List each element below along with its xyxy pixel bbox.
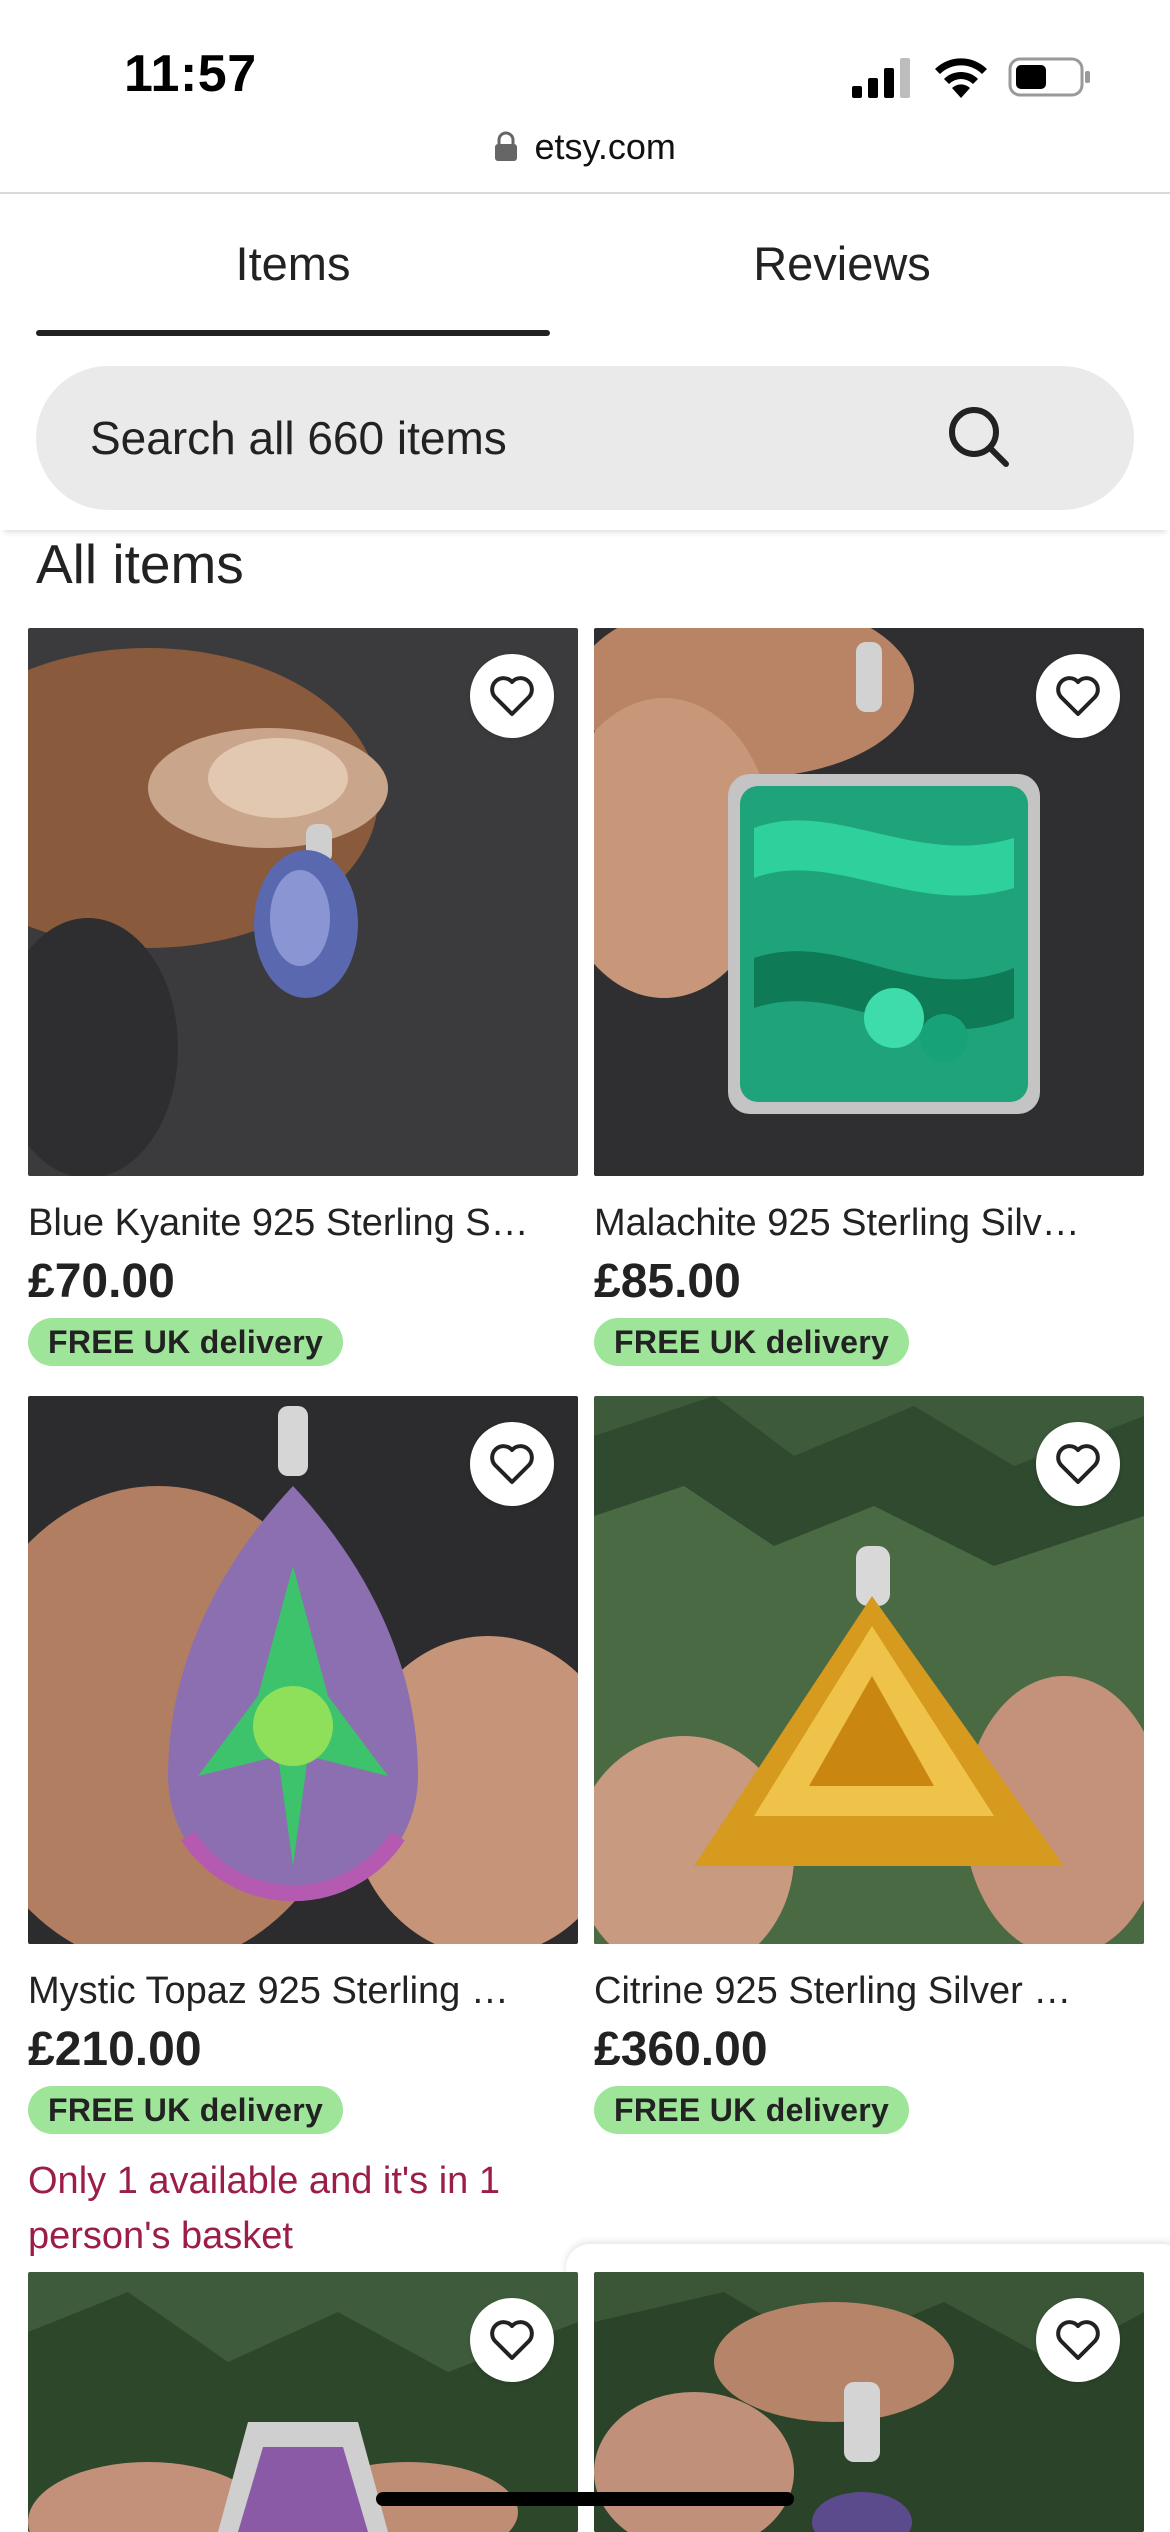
favorite-button[interactable] bbox=[470, 654, 554, 738]
heart-icon bbox=[1056, 1444, 1100, 1484]
favorite-button[interactable] bbox=[470, 1422, 554, 1506]
product-title[interactable]: Malachite 925 Sterling Silv… bbox=[594, 1202, 1144, 1245]
favorite-button[interactable] bbox=[1036, 1422, 1120, 1506]
search-bar[interactable] bbox=[36, 366, 1134, 510]
favorite-button[interactable] bbox=[1036, 2298, 1120, 2382]
section-title: All items bbox=[36, 533, 244, 595]
tab-items[interactable]: Items bbox=[36, 194, 550, 336]
product-image[interactable] bbox=[28, 1396, 578, 1944]
free-delivery-badge: FREE UK delivery bbox=[594, 1318, 910, 1366]
product-image[interactable] bbox=[594, 628, 1144, 1176]
favorite-button[interactable] bbox=[1036, 654, 1120, 738]
search-section bbox=[0, 336, 1170, 530]
product-price: £210.00 bbox=[28, 2023, 202, 2076]
heart-icon bbox=[1056, 2320, 1100, 2360]
product-image[interactable] bbox=[594, 1396, 1144, 1944]
heart-icon bbox=[490, 676, 534, 716]
url-text: etsy.com bbox=[534, 126, 676, 167]
free-delivery-badge: FREE UK delivery bbox=[594, 2086, 910, 2134]
product-image[interactable] bbox=[28, 628, 578, 1176]
battery-icon bbox=[1008, 57, 1090, 97]
scarcity-message: Only 1 available and it's in 1 person's … bbox=[28, 2160, 500, 2257]
lock-icon bbox=[495, 131, 518, 161]
cellular-signal-icon bbox=[852, 58, 910, 98]
product-title[interactable]: Blue Kyanite 925 Sterling S… bbox=[28, 1202, 578, 1245]
search-icon[interactable] bbox=[936, 394, 1026, 484]
status-bar: 11:57 bbox=[0, 0, 1170, 130]
product-title[interactable]: Mystic Topaz 925 Sterling … bbox=[28, 1970, 578, 2013]
address-bar[interactable]: etsy.com bbox=[0, 126, 1170, 186]
heart-icon bbox=[490, 2320, 534, 2360]
product-price: £70.00 bbox=[28, 1255, 175, 1308]
favorite-button[interactable] bbox=[470, 2298, 554, 2382]
tab-reviews[interactable]: Reviews bbox=[566, 194, 1118, 336]
heart-icon bbox=[1056, 676, 1100, 716]
heart-icon bbox=[490, 1444, 534, 1484]
product-price: £360.00 bbox=[594, 2023, 768, 2076]
home-indicator[interactable] bbox=[376, 2492, 794, 2506]
tab-bar: Items Reviews bbox=[0, 194, 1170, 336]
status-time: 11:57 bbox=[124, 45, 257, 103]
search-input[interactable] bbox=[90, 366, 930, 510]
free-delivery-badge: FREE UK delivery bbox=[28, 2086, 344, 2134]
free-delivery-badge: FREE UK delivery bbox=[28, 1318, 344, 1366]
wifi-icon bbox=[935, 58, 987, 98]
product-price: £85.00 bbox=[594, 1255, 741, 1308]
product-title[interactable]: Citrine 925 Sterling Silver … bbox=[594, 1970, 1144, 2013]
